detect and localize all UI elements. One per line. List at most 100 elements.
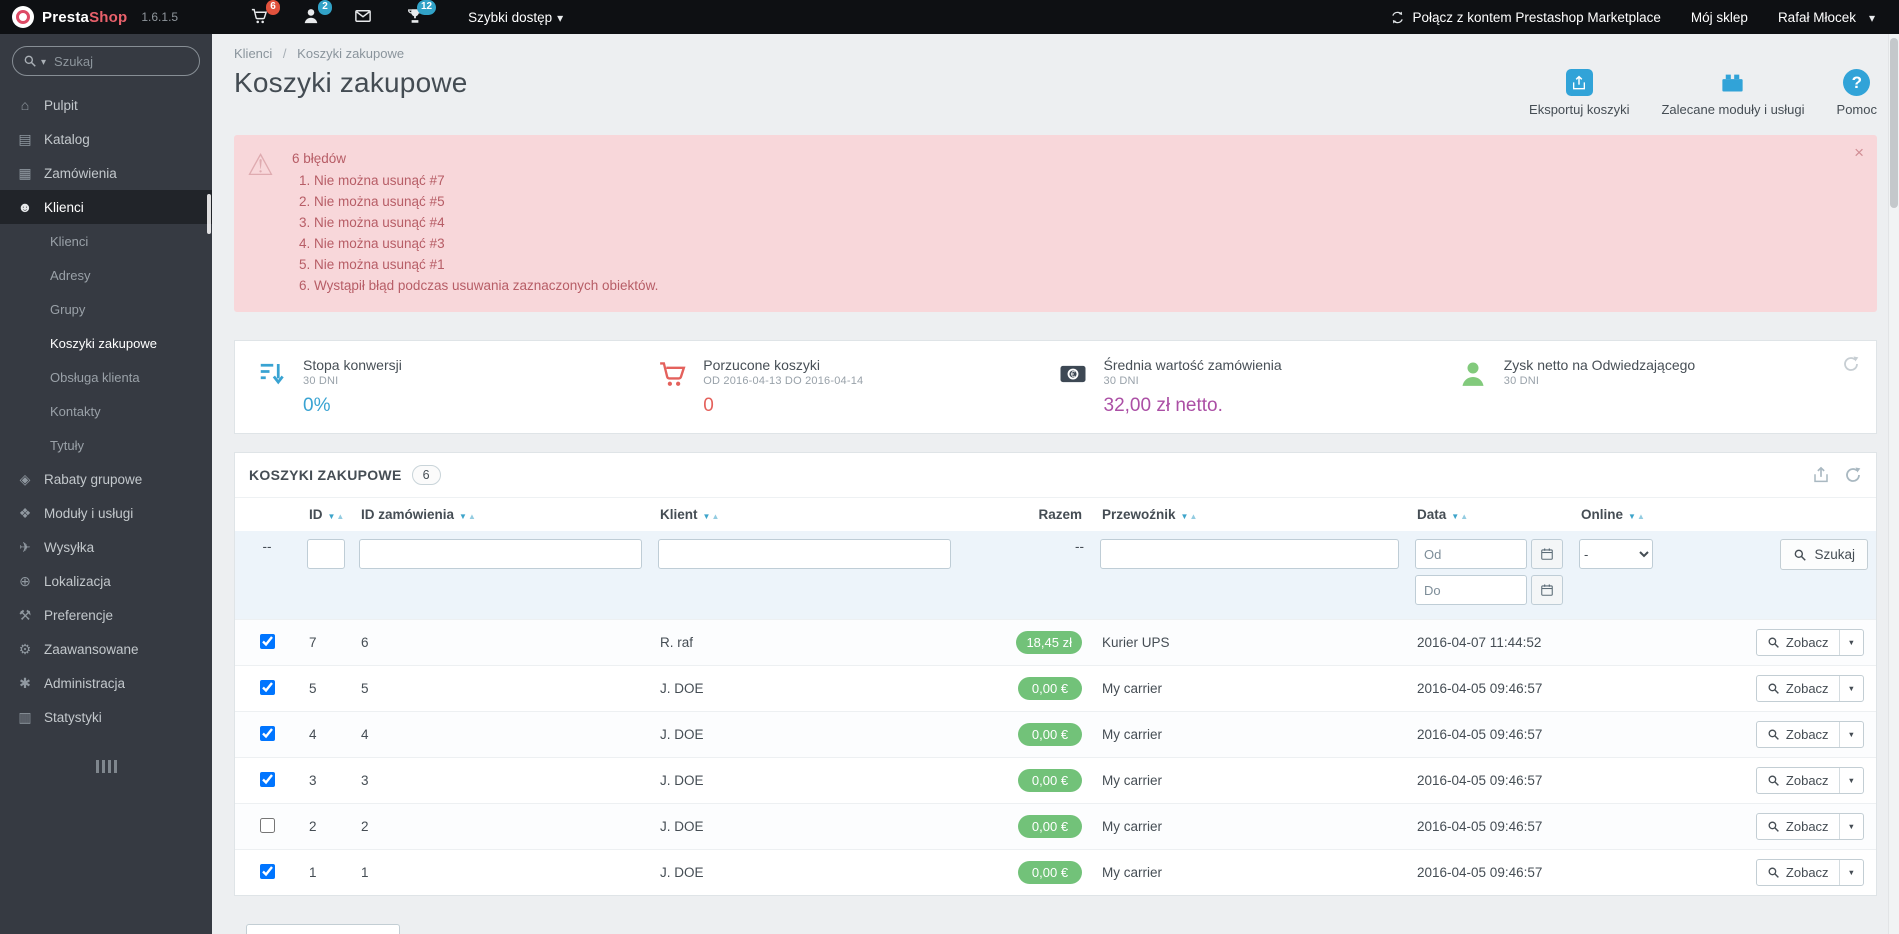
alert-error-item: Nie można usunąć #3 [314,233,1837,254]
refresh-icon[interactable] [1844,466,1862,484]
filter-carrier-input[interactable] [1100,539,1399,569]
view-dropdown-caret[interactable] [1838,722,1863,747]
search-scope-caret-icon[interactable] [41,52,46,70]
refresh-icon[interactable] [1842,355,1860,373]
filter-id-input[interactable] [307,539,345,569]
filter-online-select[interactable]: - [1579,539,1653,569]
filter-customer-input[interactable] [658,539,951,569]
sidebar-menu-item[interactable]: ❖ Moduły i usługi [0,496,212,530]
sidebar-collapse-control[interactable] [0,760,212,773]
sort-desc-icon[interactable] [328,507,336,522]
column-header-order-id[interactable]: ID zamówienia [351,498,650,531]
row-checkbox[interactable] [259,633,275,649]
sidebar-menu-item[interactable]: Tytuły [0,428,212,462]
row-checkbox[interactable] [259,771,275,787]
kpi-subtitle: 30 DNI [1103,375,1139,387]
sort-icons[interactable] [328,507,345,522]
sidebar-menu-item[interactable]: ⚙ Zaawansowane [0,632,212,666]
sidebar-menu-item[interactable]: ⌂ Pulpit [0,88,212,122]
sort-desc-icon[interactable] [1451,507,1459,522]
sidebar-menu-item[interactable]: ☻ Klienci [0,190,212,224]
sort-asc-icon[interactable] [336,507,344,522]
badges-notifications-button[interactable]: 12 [406,0,437,27]
calendar-button[interactable] [1531,539,1563,569]
sidebar-menu-item[interactable]: Klienci [0,224,212,258]
table-row: 4 4 J. DOE 0,00 € My carrier 2016-04-05 … [235,711,1876,758]
sort-desc-icon[interactable] [459,507,467,522]
scrollbar-thumb[interactable] [1890,38,1898,208]
column-header-carrier[interactable]: Przewoźnik [1092,498,1407,531]
sidebar-menu-item[interactable]: ▤ Katalog [0,122,212,156]
view-dropdown-caret[interactable] [1838,768,1863,793]
view-button[interactable]: Zobacz [1755,629,1864,656]
sort-desc-icon[interactable] [703,507,711,522]
sort-desc-icon[interactable] [1628,507,1636,522]
sidebar-menu-item[interactable]: ◈ Rabaty grupowe [0,462,212,496]
help-button[interactable]: Pomoc [1837,69,1877,117]
search-button[interactable]: Szukaj [1780,539,1868,570]
quick-access-menu[interactable]: Szybki dostęp [468,10,563,25]
menu-item-label: Moduły i usługi [44,505,134,521]
sidebar-menu-item[interactable]: ✈ Wysyłka [0,530,212,564]
sort-asc-icon[interactable] [1637,507,1645,522]
filter-date-to-input[interactable] [1415,575,1527,605]
view-dropdown-caret[interactable] [1838,676,1863,701]
sort-asc-icon[interactable] [468,507,476,522]
marketplace-link[interactable]: Połącz z kontem Prestashop Marketplace [1390,10,1661,25]
sort-desc-icon[interactable] [1181,507,1189,522]
sidebar-menu-item[interactable]: ▥ Statystyki [0,700,212,734]
column-header-date[interactable]: Data [1407,498,1571,531]
sidebar-menu-item[interactable]: ✱ Administracja [0,666,212,700]
sidebar-menu-item[interactable]: Kontakty [0,394,212,428]
bulk-actions-button[interactable]: Działania masowe [246,924,401,934]
column-header-customer[interactable]: Klient [650,498,959,531]
view-button[interactable]: Zobacz [1755,721,1864,748]
calendar-button[interactable] [1531,575,1563,605]
sidebar-menu-item[interactable]: Grupy [0,292,212,326]
column-header-online[interactable]: Online [1571,498,1671,531]
row-checkbox[interactable] [259,725,275,741]
recommended-modules-button[interactable]: Zalecane moduły i usługi [1661,69,1805,117]
view-dropdown-caret[interactable] [1838,630,1863,655]
sidebar-menu-item[interactable]: ▦ Zamówienia [0,156,212,190]
row-checkbox[interactable] [259,817,275,833]
customers-notifications-button[interactable]: 2 [302,0,333,27]
view-button[interactable]: Zobacz [1755,813,1864,840]
filter-order-id-input[interactable] [359,539,642,569]
row-checkbox[interactable] [259,863,275,879]
sort-asc-icon[interactable] [1460,507,1468,522]
sort-asc-icon[interactable] [1189,507,1197,522]
sidebar-menu-item[interactable]: ⊕ Lokalizacja [0,564,212,598]
sidebar-menu: ⌂ Pulpit ▤ Katalog ▦ Zamówienia ☻ Klienc… [0,88,212,734]
sort-icons[interactable] [703,507,720,522]
close-icon[interactable] [1854,143,1864,162]
sort-icons[interactable] [1181,507,1198,522]
sidebar-menu-item[interactable]: ⚒ Preferencje [0,598,212,632]
view-dropdown-caret[interactable] [1838,860,1863,885]
sort-icons[interactable] [1628,507,1645,522]
sidebar-menu-item[interactable]: Obsługa klienta [0,360,212,394]
sort-icons[interactable] [1451,507,1468,522]
view-dropdown-caret[interactable] [1838,814,1863,839]
sidebar-menu-item[interactable]: Adresy [0,258,212,292]
view-button[interactable]: Zobacz [1755,675,1864,702]
sidebar-menu-item[interactable]: Koszyki zakupowe [0,326,212,360]
column-header-id[interactable]: ID [299,498,351,531]
messages-notifications-button[interactable] [354,7,374,27]
my-shop-link[interactable]: Mój sklep [1691,10,1748,25]
cell-online [1571,758,1671,804]
orders-notifications-button[interactable]: 6 [250,0,281,27]
view-button[interactable]: Zobacz [1755,767,1864,794]
sidebar-scrollbar-thumb[interactable] [207,194,211,234]
export-carts-button[interactable]: Eksportuj koszyki [1529,69,1629,117]
breadcrumb-parent[interactable]: Klienci [234,46,272,61]
sort-icons[interactable] [459,507,476,522]
row-checkbox[interactable] [259,679,275,695]
user-menu[interactable]: Rafał Młocek [1778,10,1875,25]
sidebar-search-input[interactable] [54,53,189,69]
view-button[interactable]: Zobacz [1755,859,1864,886]
export-icon[interactable] [1812,466,1830,484]
sort-asc-icon[interactable] [711,507,719,522]
prestashop-brand[interactable]: PrestaShop 1.6.1.5 [12,6,178,28]
filter-date-from-input[interactable] [1415,539,1527,569]
